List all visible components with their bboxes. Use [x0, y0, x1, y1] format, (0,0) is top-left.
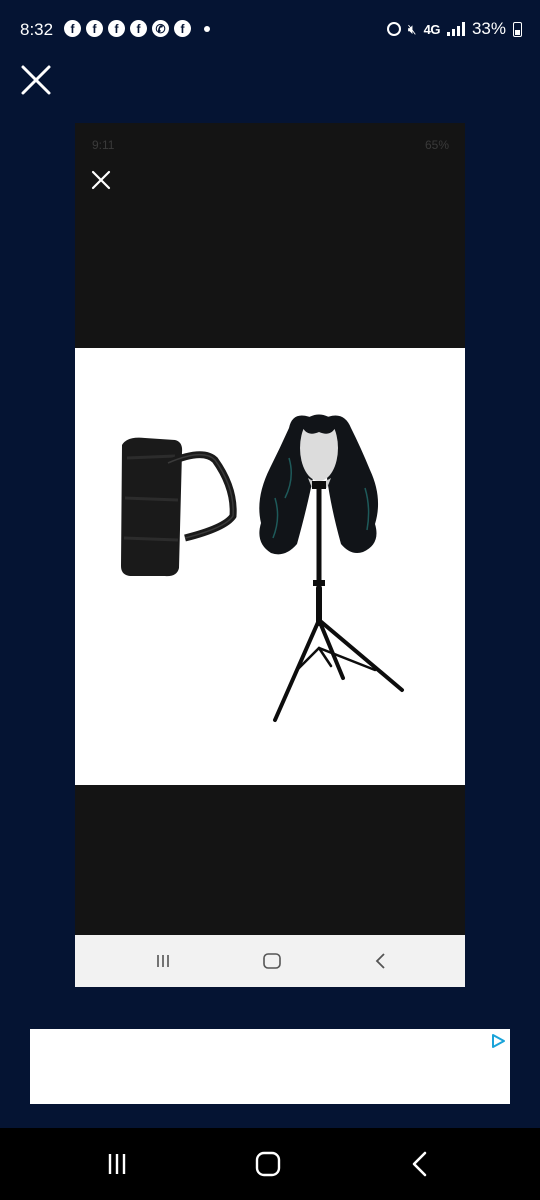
back-icon[interactable]	[400, 1146, 440, 1182]
inner-battery: 65%	[424, 138, 449, 152]
status-bar: 8:32 f f f f ✆ f 🔇︎ 4G 33%	[0, 0, 540, 62]
product-photo	[75, 348, 465, 785]
recent-apps-icon	[150, 951, 176, 971]
whatsapp-icon: ✆	[152, 20, 169, 37]
inner-status-bar: 9:11 65%	[75, 123, 465, 165]
alarm-icon	[386, 22, 401, 36]
home-icon	[259, 951, 285, 971]
battery-icon	[513, 21, 522, 37]
facebook-icon: f	[86, 20, 103, 37]
more-notifications-dot	[204, 25, 210, 32]
adchoices-icon[interactable]	[490, 1033, 506, 1049]
facebook-icon: f	[64, 20, 81, 37]
status-time: 8:32	[20, 20, 54, 39]
notification-icons: f f f f ✆ f	[64, 20, 210, 37]
close-icon[interactable]	[18, 62, 54, 98]
recent-apps-icon[interactable]	[97, 1146, 137, 1182]
signal-icon	[446, 22, 465, 36]
facebook-icon: f	[130, 20, 147, 37]
network-type: 4G	[423, 21, 441, 37]
facebook-icon: f	[108, 20, 125, 37]
mute-icon: 🔇︎	[407, 20, 417, 37]
status-indicators: 🔇︎ 4G 33%	[386, 19, 522, 39]
inner-nav-bar	[75, 935, 465, 987]
back-icon	[368, 951, 394, 971]
facebook-icon: f	[174, 20, 191, 37]
ad-banner[interactable]	[30, 1029, 510, 1104]
inner-status-time: 9:11	[92, 138, 115, 152]
system-nav-bar	[0, 1128, 540, 1200]
home-icon[interactable]	[248, 1146, 288, 1182]
photo-viewer-image: 9:11 65%	[75, 123, 465, 987]
inner-close-icon	[91, 170, 111, 190]
battery-percent: 33%	[471, 19, 506, 38]
